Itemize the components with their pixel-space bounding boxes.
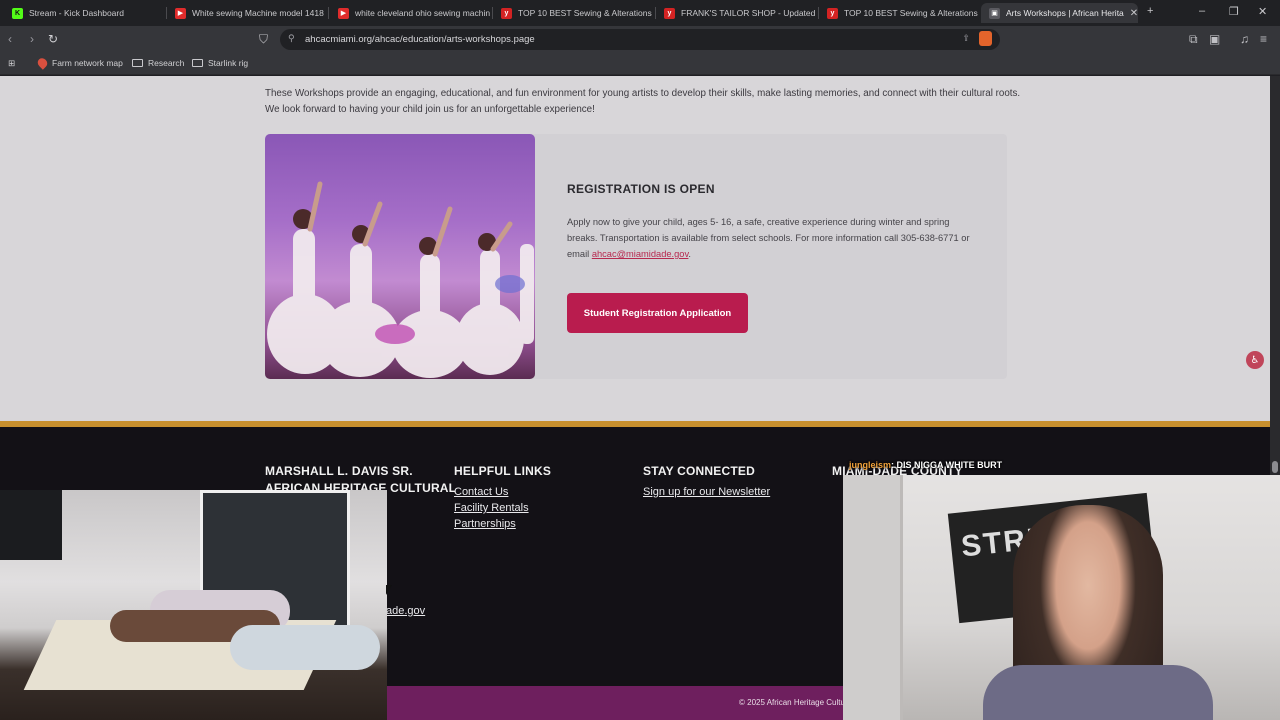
folder-icon — [192, 59, 203, 67]
contact-us-link[interactable]: Contact Us — [454, 484, 551, 500]
tab-label: White sewing Machine model 1418 — [192, 8, 324, 18]
youtube-icon: ▶ — [338, 7, 349, 19]
stay-connected-heading: STAY CONNECTED — [643, 464, 755, 478]
page-icon: ▣ — [989, 7, 1000, 19]
footer-col-stay-connected: STAY CONNECTED Sign up for our Newslette… — [643, 463, 770, 500]
bookmarks-bar: ⊞ Farm network map Research Starlink rig — [0, 53, 1280, 75]
tab-youtube-white-sewing[interactable]: ▶ White sewing Machine model 1418 — [167, 3, 327, 23]
bookmark-label: Farm network map — [52, 58, 123, 68]
footer-email-link[interactable]: ade.gov — [386, 603, 425, 619]
tab-yelp-top10-2[interactable]: y TOP 10 BEST Sewing & Alterations n — [819, 3, 979, 23]
tab-kick-dashboard[interactable]: K Stream - Kick Dashboard — [4, 3, 164, 23]
accessibility-icon[interactable]: ♿ — [1246, 351, 1264, 369]
brave-shield-icon[interactable] — [979, 31, 992, 46]
registration-title: REGISTRATION IS OPEN — [567, 182, 715, 196]
footer-org-heading: MARSHALL L. DAVIS SR. — [265, 464, 413, 478]
site-info-icon[interactable]: ⚲ — [288, 33, 295, 44]
student-registration-button[interactable]: Student Registration Application — [567, 293, 748, 333]
mouse-cursor-icon — [386, 585, 392, 595]
tab-yelp-franks[interactable]: y FRANK'S TAILOR SHOP - Updated Ap — [656, 3, 816, 23]
url-text: ahcacmiami.org/ahcac/education/arts-work… — [305, 34, 535, 45]
yelp-icon: y — [501, 7, 512, 19]
yelp-icon: y — [827, 7, 838, 19]
bookmark-research[interactable]: Research — [132, 58, 184, 68]
webcam-overlay-left — [0, 490, 387, 720]
back-icon[interactable]: ‹ — [8, 32, 12, 46]
apps-grid-icon[interactable]: ⊞ — [8, 58, 15, 69]
map-pin-icon — [35, 56, 50, 70]
dancers-photo — [265, 134, 535, 379]
pillow-shape — [230, 625, 380, 670]
minimize-button[interactable]: – — [1199, 5, 1205, 17]
email-link[interactable]: ahcac@miamidade.gov — [592, 249, 689, 259]
registration-card: REGISTRATION IS OPEN Apply now to give y… — [265, 134, 1007, 379]
newsletter-link[interactable]: Sign up for our Newsletter — [643, 484, 770, 500]
tab-youtube-cleveland[interactable]: ▶ white cleveland ohio sewing machin — [330, 3, 490, 23]
media-icon[interactable]: ♫ — [1240, 32, 1249, 46]
bookmark-label: Research — [148, 58, 185, 68]
tab-label: TOP 10 BEST Sewing & Alterations n — [844, 8, 979, 18]
close-window-button[interactable]: ✕ — [1258, 5, 1267, 18]
intro-line: These Workshops provide an engaging, edu… — [265, 88, 1021, 99]
close-tab-icon[interactable]: ✕ — [1130, 8, 1138, 19]
tab-label: TOP 10 BEST Sewing & Alterations in — [518, 8, 653, 18]
stream-chat-message: jungleism: DIS NIGGA WHITE BURT — [849, 460, 1002, 470]
shirt-shape — [983, 665, 1213, 720]
tab-label: Arts Workshops | African Herita — [1006, 8, 1124, 18]
new-tab-button[interactable]: + — [1147, 5, 1153, 17]
bookmark-label: Starlink rig — [208, 58, 249, 68]
webcam-overlay-right: STRE NAT — [843, 475, 1280, 720]
scrollbar-thumb[interactable] — [1272, 461, 1278, 473]
dancers-illustration — [267, 181, 534, 378]
yelp-icon: y — [664, 7, 675, 19]
door-shape — [843, 475, 903, 720]
restore-button[interactable]: ❐ — [1229, 5, 1239, 18]
tv-shape — [0, 490, 62, 560]
kick-icon: K — [12, 7, 23, 19]
youtube-icon: ▶ — [175, 7, 186, 19]
tab-strip: K Stream - Kick Dashboard ▶ White sewing… — [0, 0, 1280, 26]
tab-yelp-top10-1[interactable]: y TOP 10 BEST Sewing & Alterations in — [493, 3, 653, 23]
copyright-text: © 2025 African Heritage Cultur — [739, 698, 848, 707]
partnerships-link[interactable]: Partnerships — [454, 516, 551, 532]
folder-icon — [132, 59, 143, 67]
browser-window: K Stream - Kick Dashboard ▶ White sewing… — [0, 0, 1280, 720]
bookmark-icon[interactable]: ⛉ — [259, 32, 268, 47]
tab-arts-workshops[interactable]: ▣ Arts Workshops | African Herita ✕ — [981, 3, 1138, 23]
address-bar[interactable]: ⚲ ahcacmiami.org/ahcac/education/arts-wo… — [280, 29, 1000, 50]
intro-text: These Workshops provide an engaging, edu… — [265, 86, 1025, 118]
menu-icon[interactable]: ≡ — [1260, 32, 1267, 46]
intro-line: We look forward to having your child joi… — [265, 104, 595, 115]
bookmark-starlink-rig[interactable]: Starlink rig — [192, 58, 248, 68]
chat-text: : DIS NIGGA WHITE BURT — [891, 460, 1003, 470]
extensions-icon[interactable]: ⧉ — [1189, 32, 1198, 47]
forward-icon[interactable]: › — [30, 32, 34, 46]
chat-username: jungleism — [849, 460, 892, 470]
footer-col-helpful-links: HELPFUL LINKS Contact Us Facility Rental… — [454, 463, 551, 532]
bookmark-farm-network-map[interactable]: Farm network map — [35, 56, 123, 70]
share-icon[interactable]: ⇪ — [962, 33, 970, 44]
helpful-links-heading: HELPFUL LINKS — [454, 464, 552, 478]
facility-rentals-link[interactable]: Facility Rentals — [454, 500, 551, 516]
tab-label: FRANK'S TAILOR SHOP - Updated Ap — [681, 8, 816, 18]
navigation-toolbar: ‹ › ↻ ⛉ ⚲ ahcacmiami.org/ahcac/education… — [0, 26, 1280, 53]
tab-label: white cleveland ohio sewing machin — [355, 8, 490, 18]
registration-description: Apply now to give your child, ages 5- 16… — [567, 214, 977, 262]
wallet-icon[interactable]: ▣ — [1209, 32, 1220, 46]
registration-period: . — [688, 249, 692, 259]
reload-icon[interactable]: ↻ — [48, 32, 58, 46]
tab-label: Stream - Kick Dashboard — [29, 8, 124, 18]
